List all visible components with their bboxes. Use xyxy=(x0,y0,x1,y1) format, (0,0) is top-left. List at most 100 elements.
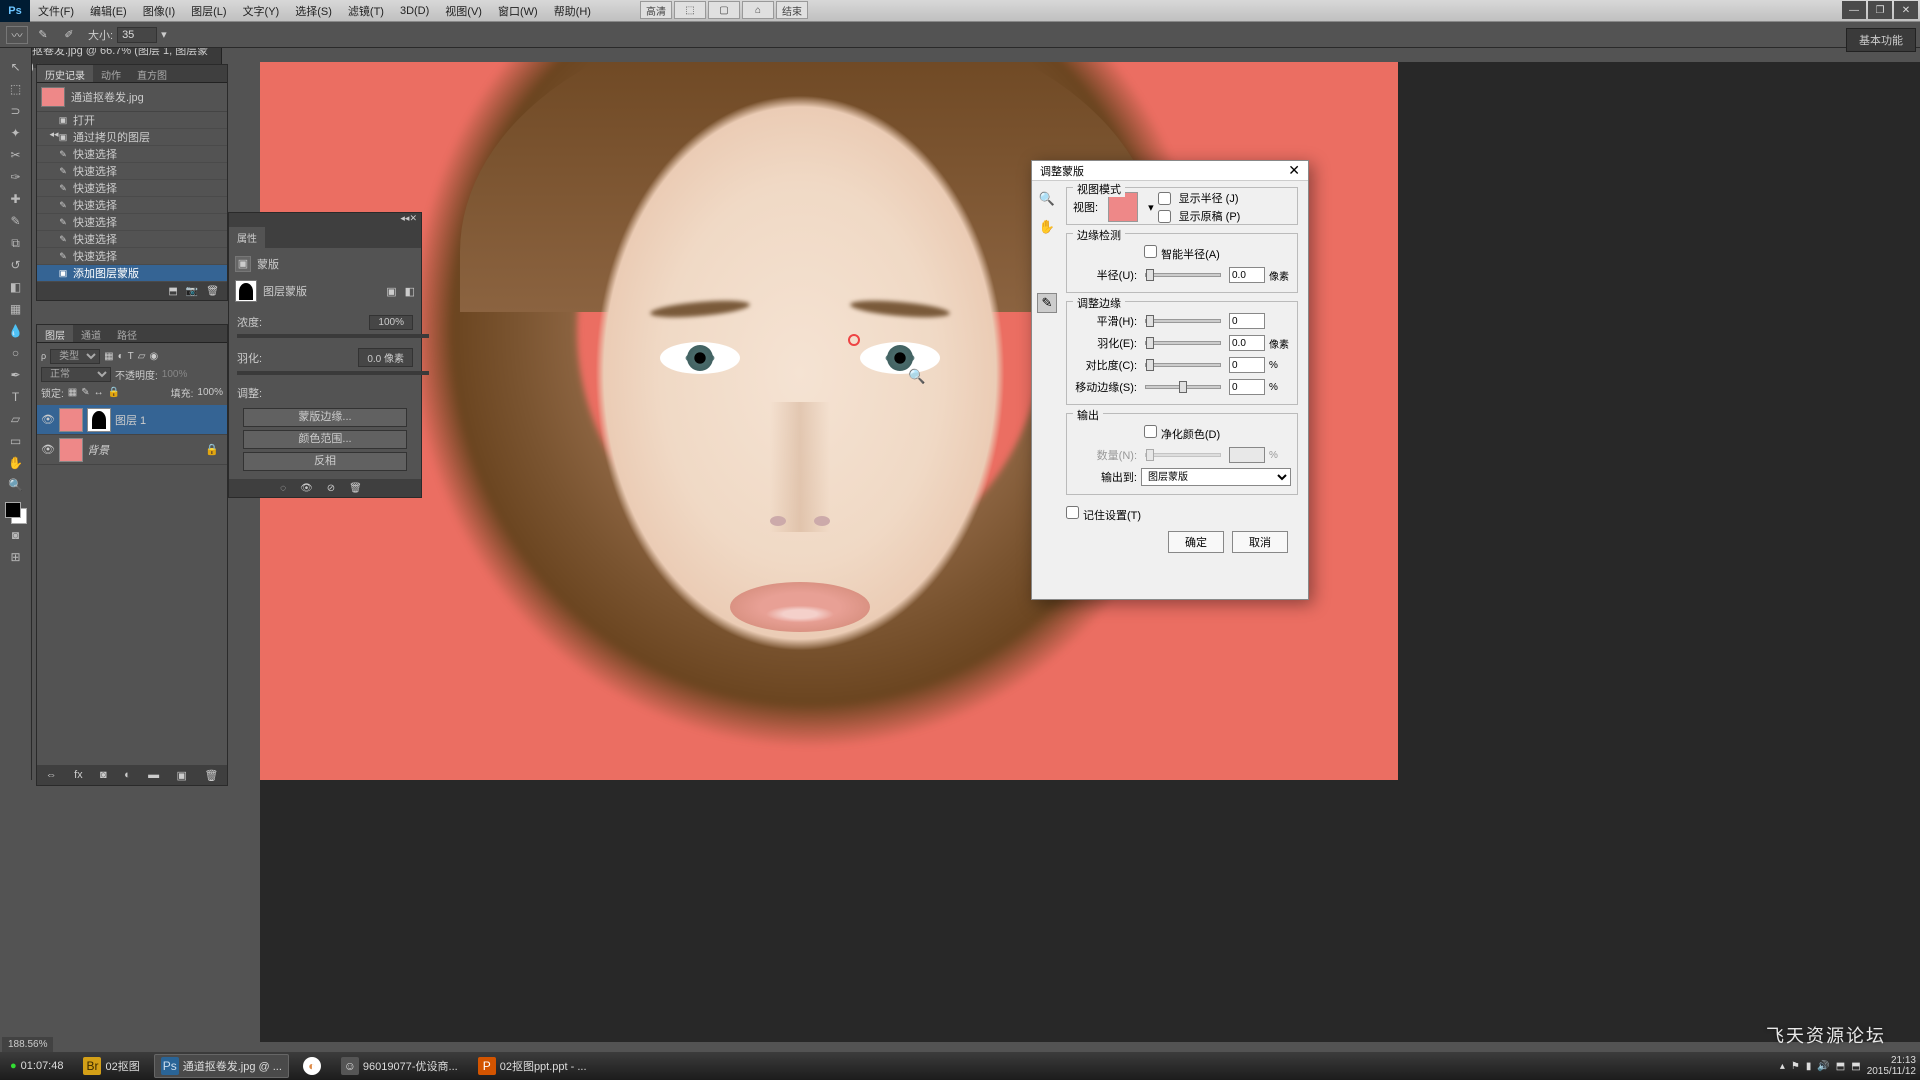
disable-icon[interactable]: ⊘ xyxy=(327,483,335,494)
trash-icon[interactable]: 🗑 xyxy=(204,769,218,782)
pen-tool[interactable]: ✒ xyxy=(4,365,28,385)
smart-radius-checkbox[interactable]: 智能半径(A) xyxy=(1144,245,1220,262)
tray-up-icon[interactable]: ▴ xyxy=(1780,1061,1785,1072)
tray-flag-icon[interactable]: ⚑ xyxy=(1791,1061,1800,1072)
history-brush-tool[interactable]: ↺ xyxy=(4,255,28,275)
menu-window[interactable]: 窗口(W) xyxy=(490,3,546,19)
tab-layers[interactable]: 图层 xyxy=(37,325,73,342)
screenmode-tool[interactable]: ⊞ xyxy=(4,547,28,567)
tab-actions[interactable]: 动作 xyxy=(93,65,129,82)
tab-histogram[interactable]: 直方图 xyxy=(129,65,175,82)
pixel-mask-icon[interactable]: ▣ xyxy=(386,285,396,298)
refine-brush-icon[interactable]: ✎ xyxy=(1037,293,1057,313)
tc-hd[interactable]: 高清 xyxy=(640,1,672,19)
layer-row[interactable]: 👁 背景 🔒 xyxy=(37,435,227,465)
radius-input[interactable] xyxy=(1229,267,1265,283)
snapshot-icon[interactable]: ⬒ xyxy=(168,286,177,297)
menu-help[interactable]: 帮助(H) xyxy=(546,3,599,19)
layer-name[interactable]: 背景 xyxy=(87,442,109,458)
workspace-switcher[interactable]: 基本功能 xyxy=(1846,28,1916,52)
tray-net-icon[interactable]: ▮ xyxy=(1806,1061,1812,1072)
quick-select-tool[interactable]: ✦ xyxy=(4,123,28,143)
lock-ico1[interactable]: ▦ xyxy=(68,387,77,398)
visibility-icon[interactable]: 👁 xyxy=(41,413,55,426)
tab-properties[interactable]: 属性 xyxy=(229,227,265,248)
hand-tool[interactable]: ✋ xyxy=(4,453,28,473)
radius-slider[interactable] xyxy=(1145,273,1221,277)
mask-edge-button[interactable]: 蒙版边缘... xyxy=(243,408,407,427)
mask-btn-icon[interactable]: ◙ xyxy=(100,769,107,781)
tab-history[interactable]: 历史记录 xyxy=(37,65,93,82)
filter-ico5[interactable]: ◉ xyxy=(149,351,158,362)
filter-ico1[interactable]: ▦ xyxy=(104,351,113,362)
filter-ico3[interactable]: T xyxy=(128,351,134,362)
menu-select[interactable]: 选择(S) xyxy=(287,3,340,19)
tray-date[interactable]: 2015/11/12 xyxy=(1867,1066,1916,1077)
brush-erase-icon[interactable]: ✐ xyxy=(58,26,80,44)
apply-icon[interactable]: 👁 xyxy=(300,483,313,494)
menu-3d[interactable]: 3D(D) xyxy=(392,5,437,17)
feather-input[interactable] xyxy=(1229,335,1265,351)
fg-color[interactable] xyxy=(5,502,21,518)
panel-collapse-icon[interactable]: ◂◂ xyxy=(400,213,409,227)
ok-button[interactable]: 确定 xyxy=(1168,531,1224,553)
feather-slider[interactable] xyxy=(1145,341,1221,345)
close-button[interactable]: ✕ xyxy=(1894,1,1918,19)
taskbar-chrome[interactable]: ◐ xyxy=(297,1055,327,1077)
tc-box-2[interactable]: ▢ xyxy=(708,1,740,19)
trash-icon[interactable]: 🗑 xyxy=(206,286,219,297)
layer-filter-kind[interactable]: 类型 xyxy=(50,349,100,364)
tray-vol-icon[interactable]: 🔊 xyxy=(1817,1061,1829,1072)
marquee-tool[interactable]: ⬚ xyxy=(4,79,28,99)
layer-row-selected[interactable]: 👁 图层 1 xyxy=(37,405,227,435)
tray-time[interactable]: 21:13 xyxy=(1867,1055,1916,1066)
dodge-tool[interactable]: ○ xyxy=(4,343,28,363)
dialog-close-icon[interactable]: ✕ xyxy=(1288,162,1300,179)
move-tool[interactable]: ↖ xyxy=(4,57,28,77)
color-range-button[interactable]: 颜色范围... xyxy=(243,430,407,449)
lock-ico4[interactable]: 🔒 xyxy=(108,387,120,398)
tc-box-1[interactable]: ⬚ xyxy=(674,1,706,19)
dialog-title-bar[interactable]: 调整蒙版 ✕ xyxy=(1032,161,1308,181)
blend-mode-select[interactable]: 正常 xyxy=(41,367,111,382)
panel-close-icon[interactable]: ✕ xyxy=(409,213,417,227)
vector-mask-icon[interactable]: ◧ xyxy=(405,285,415,298)
remember-checkbox[interactable]: 记住设置(T) xyxy=(1066,506,1141,523)
density-slider[interactable] xyxy=(237,334,429,338)
color-swatches[interactable] xyxy=(5,502,27,524)
size-dropdown-icon[interactable]: ▾ xyxy=(161,28,167,41)
brush-preview-icon[interactable]: 〰 xyxy=(6,26,28,44)
group-icon[interactable]: ▬ xyxy=(148,769,159,781)
delete-icon[interactable]: 🗑 xyxy=(349,483,362,494)
filter-ico4[interactable]: ▱ xyxy=(138,351,146,362)
smooth-input[interactable] xyxy=(1229,313,1265,329)
taskbar-ppt[interactable]: P02抠图ppt.ppt - ... xyxy=(472,1055,593,1077)
maximize-button[interactable]: ❐ xyxy=(1868,1,1892,19)
shift-slider[interactable] xyxy=(1145,385,1221,389)
menu-image[interactable]: 图像(I) xyxy=(135,3,183,19)
shift-input[interactable] xyxy=(1229,379,1265,395)
menu-type[interactable]: 文字(Y) xyxy=(235,3,288,19)
smooth-slider[interactable] xyxy=(1145,319,1221,323)
zoom-tool-icon[interactable]: 🔍 xyxy=(1037,189,1057,209)
stamp-tool[interactable]: ⧉ xyxy=(4,233,28,253)
taskbar-bridge[interactable]: Br02抠图 xyxy=(77,1055,145,1077)
tc-end[interactable]: 结束 xyxy=(776,1,808,19)
lasso-tool[interactable]: ⊃ xyxy=(4,101,28,121)
density-value[interactable]: 100% xyxy=(369,315,413,330)
crop-tool[interactable]: ✂ xyxy=(4,145,28,165)
camera-icon[interactable]: 📷 xyxy=(186,286,198,297)
quickmask-tool[interactable]: ◙ xyxy=(4,525,28,545)
record-indicator[interactable]: ●01:07:48 xyxy=(4,1058,69,1074)
blur-tool[interactable]: 💧 xyxy=(4,321,28,341)
show-radius-checkbox[interactable]: 显示半径 (J) xyxy=(1158,190,1241,206)
taskbar-app4[interactable]: ☺96019077-优设商... xyxy=(335,1055,464,1077)
contrast-input[interactable] xyxy=(1229,357,1265,373)
layer-mask-thumb[interactable] xyxy=(87,408,111,432)
hand-tool-icon[interactable]: ✋ xyxy=(1037,217,1057,237)
taskbar-photoshop[interactable]: Ps通道抠卷发.jpg @ ... xyxy=(154,1054,289,1078)
tray-ico[interactable]: ⬒ xyxy=(1836,1061,1845,1072)
output-to-select[interactable]: 图层蒙版 xyxy=(1141,468,1291,486)
tray-ico[interactable]: ⬒ xyxy=(1851,1061,1860,1072)
tab-channels[interactable]: 通道 xyxy=(73,325,109,342)
